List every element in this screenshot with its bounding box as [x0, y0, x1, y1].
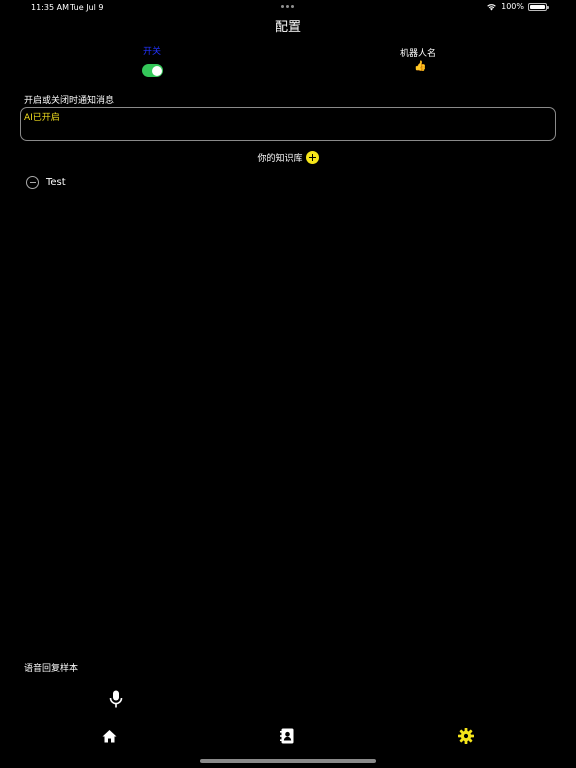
notification-message-input[interactable]	[24, 111, 544, 121]
status-date: Tue Jul 9	[70, 3, 104, 12]
microphone-icon[interactable]	[109, 690, 123, 708]
home-icon[interactable]	[102, 729, 117, 743]
gear-icon[interactable]	[458, 728, 474, 744]
toggle-knob	[151, 65, 162, 76]
robot-name-label: 机器人名	[400, 49, 437, 59]
notification-label: 开启或关闭时通知消息	[24, 96, 115, 106]
list-item[interactable]: Test	[26, 176, 66, 189]
battery-icon	[528, 2, 549, 11]
wifi-icon	[487, 3, 496, 10]
status-bar: 11:35 AM Tue Jul 9 100%	[0, 0, 576, 16]
multitasking-dots-icon[interactable]	[281, 5, 294, 8]
status-time: 11:35 AM	[31, 3, 69, 12]
notification-message-box[interactable]	[20, 107, 556, 141]
voice-sample-label: 语音回复样本	[24, 664, 79, 674]
knowledge-base-label: 你的知识库	[257, 154, 303, 164]
app-screen: 11:35 AM Tue Jul 9 100% 配置 开关 机器人名 👍 开启或…	[0, 0, 576, 768]
status-right: 100%	[486, 2, 549, 11]
switch-label: 开关	[143, 47, 162, 57]
knowledge-item-label: Test	[46, 177, 66, 188]
tab-bar	[0, 726, 576, 748]
knowledge-base-header: 你的知识库	[0, 151, 576, 164]
ai-toggle[interactable]	[142, 64, 163, 77]
battery-percentage: 100%	[501, 2, 524, 11]
contacts-icon[interactable]	[280, 728, 295, 744]
page-title: 配置	[274, 20, 301, 35]
thumbs-up-icon[interactable]: 👍	[414, 61, 426, 73]
add-circle-icon[interactable]	[305, 151, 319, 164]
home-indicator[interactable]	[200, 759, 376, 763]
remove-circle-icon[interactable]	[26, 176, 39, 189]
